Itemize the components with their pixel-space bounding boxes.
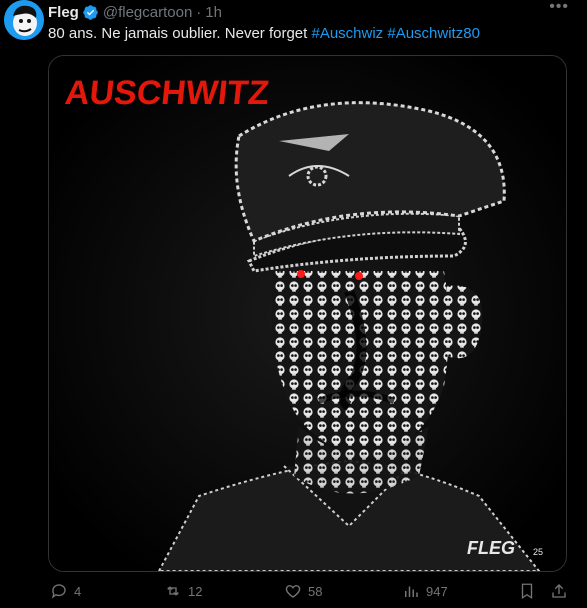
tweet-header: Fleg @flegcartoon · 1h bbox=[48, 2, 587, 22]
heart-icon bbox=[285, 585, 301, 598]
tweet-body: 80 ans. Ne jamais oublier. Never forget bbox=[48, 25, 308, 42]
author-handle[interactable]: @flegcartoon bbox=[103, 4, 192, 21]
bookmark-icon bbox=[521, 583, 533, 600]
more-options-icon[interactable]: ••• bbox=[549, 0, 569, 16]
reply-button[interactable]: 4 bbox=[50, 582, 81, 600]
cartoon-face-avatar-icon bbox=[4, 0, 44, 40]
repost-icon bbox=[167, 586, 179, 596]
reply-count: 4 bbox=[74, 583, 82, 599]
verified-badge-icon bbox=[83, 4, 98, 20]
artist-signature: FLEG bbox=[467, 538, 515, 558]
tweet-image[interactable]: AUSCHWITZ FLEG 25 bbox=[48, 55, 567, 572]
reply-icon bbox=[51, 584, 66, 599]
tweet-text: 80 ans. Ne jamais oublier. Never forget … bbox=[48, 24, 480, 44]
analytics-icon bbox=[405, 586, 418, 597]
share-icon bbox=[552, 584, 566, 598]
timestamp[interactable]: 1h bbox=[205, 4, 222, 21]
separator-dot: · bbox=[196, 3, 202, 21]
avatar[interactable] bbox=[4, 0, 44, 40]
views-button[interactable]: 947 bbox=[402, 582, 448, 600]
like-count: 58 bbox=[308, 583, 323, 599]
repost-count: 12 bbox=[188, 583, 203, 599]
like-button[interactable]: 58 bbox=[284, 582, 322, 600]
hashtag-auschwiz[interactable]: #Auschwiz bbox=[311, 25, 383, 42]
repost-button[interactable]: 12 bbox=[164, 582, 202, 600]
author-name[interactable]: Fleg bbox=[48, 4, 79, 21]
action-bar: 4 12 58 947 bbox=[48, 582, 587, 604]
bookmark-button[interactable] bbox=[518, 582, 536, 600]
view-count: 947 bbox=[426, 583, 448, 599]
share-button[interactable] bbox=[550, 582, 568, 600]
illustration-title: AUSCHWITZ bbox=[63, 74, 271, 112]
cartoon-illustration: AUSCHWITZ FLEG 25 bbox=[49, 56, 566, 571]
hashtag-auschwitz80[interactable]: #Auschwitz80 bbox=[387, 25, 480, 42]
artist-signature-year: 25 bbox=[533, 547, 543, 557]
